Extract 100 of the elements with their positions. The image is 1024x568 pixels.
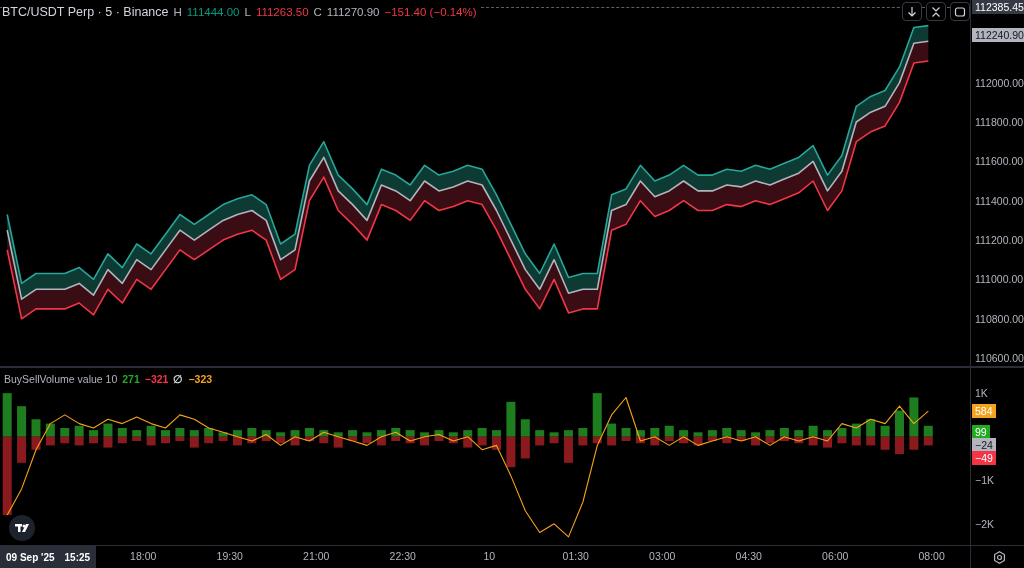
logo-icon [8, 514, 36, 542]
sell-volume-bar [175, 436, 185, 442]
sell-volume-bar [549, 436, 559, 444]
sell-volume-bar [261, 436, 271, 442]
buy-volume-bar [664, 425, 674, 437]
buy-volume-bar [707, 430, 717, 437]
sell-volume-bar [420, 436, 430, 446]
buy-volume-bar [722, 427, 732, 437]
time-label: 22:30 [388, 549, 417, 565]
buy-volume-bar [175, 427, 185, 437]
buy-volume-bar [779, 427, 789, 437]
sell-volume-bar [290, 436, 300, 446]
buy-volume-bar [405, 430, 415, 437]
sell-volume-bar [304, 436, 314, 442]
buy-volume-bar [621, 427, 631, 437]
buy-volume-bar [290, 430, 300, 437]
indicator-value: −323 [188, 372, 213, 387]
buy-volume-bar [823, 430, 832, 437]
sell-volume-bar [348, 436, 358, 442]
buy-volume-bar [362, 432, 372, 437]
buy-volume-bar [132, 430, 142, 437]
axis-label: 112000.00 [975, 76, 1024, 89]
buy-volume-bar [304, 427, 314, 437]
sell-volume-bar [117, 436, 127, 444]
indicator-value: ∅ [173, 372, 184, 387]
buy-volume-bar [31, 419, 41, 437]
sell-volume-bar [866, 436, 876, 446]
axis-label: 110600.00 [975, 352, 1024, 365]
sell-volume-bar [736, 436, 746, 442]
buy-volume-bar [348, 430, 358, 437]
sell-volume-bar [880, 436, 890, 450]
buy-volume-bar [247, 427, 257, 437]
buy-volume-bar [276, 432, 286, 437]
time-label: 19:30 [215, 549, 244, 565]
settings-icon[interactable] [993, 551, 1006, 564]
buy-volume-bar [204, 427, 214, 437]
price-tag: 112385.45 [972, 0, 1024, 14]
sell-volume-bar [779, 436, 789, 442]
time-label: 03:00 [648, 549, 677, 565]
sell-volume-bar [189, 436, 199, 448]
buy-volume-bar [74, 425, 84, 437]
buy-volume-bar [693, 432, 703, 437]
buy-volume-bar [146, 425, 156, 437]
buy-volume-bar [161, 430, 170, 437]
buy-volume-bar [319, 430, 329, 437]
sell-volume-bar [794, 436, 804, 444]
buy-volume-bar [45, 423, 55, 437]
sell-volume-bar [895, 436, 904, 455]
axis-label: 111200.00 [975, 234, 1024, 247]
buy-volume-bar [376, 430, 386, 437]
sell-volume-bar [851, 436, 861, 446]
buy-volume-bar [391, 427, 401, 437]
buy-volume-bar [17, 406, 27, 437]
ohlc-label: L [244, 4, 251, 20]
sell-volume-bar [376, 436, 386, 446]
sell-volume-bar [765, 436, 775, 444]
buy-volume-bar [477, 427, 487, 437]
sell-volume-bar [60, 436, 70, 444]
sell-volume-bar [621, 436, 631, 442]
buy-volume-bar [232, 430, 242, 437]
sell-volume-bar [808, 436, 818, 446]
buy-volume-bar [218, 432, 228, 437]
buy-volume-bar [333, 432, 343, 437]
sell-volume-bar [535, 436, 545, 446]
buy-volume-bar [578, 427, 588, 437]
sell-volume-bar [17, 436, 27, 463]
buy-volume-bar [650, 427, 660, 437]
buy-volume-bar [679, 430, 689, 437]
sell-volume-bar [218, 436, 228, 442]
value-tag: 584 [972, 404, 996, 419]
axis-label: 110800.00 [975, 312, 1024, 325]
indicator-value: 271 [122, 372, 140, 387]
buy-volume-bar [448, 432, 458, 437]
buy-volume-bar [506, 401, 516, 437]
sell-volume-bar [506, 436, 516, 468]
buy-volume-bar [492, 430, 501, 437]
buy-volume-bar [794, 430, 804, 437]
buy-volume-bar [808, 425, 818, 437]
buy-volume-bar [851, 423, 861, 437]
sell-volume-bar [319, 436, 329, 444]
sell-volume-bar [232, 436, 242, 446]
buy-volume-bar [880, 425, 890, 437]
sell-volume-bar [45, 436, 55, 446]
sell-volume-bar [679, 436, 689, 444]
sell-volume-bar [434, 436, 444, 442]
buy-volume-bar [751, 432, 761, 437]
sell-volume-bar [247, 436, 257, 444]
buy-volume-bar [563, 430, 573, 437]
sell-volume-bar [592, 436, 602, 444]
buy-volume-bar [89, 430, 99, 437]
ohlc-value: 111263.50 [255, 4, 309, 20]
sell-volume-bar [650, 436, 660, 446]
value-tag: 99 [972, 425, 990, 440]
buy-volume-bar [837, 427, 847, 437]
buy-volume-bar [463, 430, 473, 437]
sell-volume-bar [405, 436, 415, 444]
sell-volume-bar [578, 436, 588, 446]
buy-volume-bar [866, 419, 876, 437]
sell-volume-bar [477, 436, 487, 446]
buy-volume-bar [2, 393, 12, 437]
